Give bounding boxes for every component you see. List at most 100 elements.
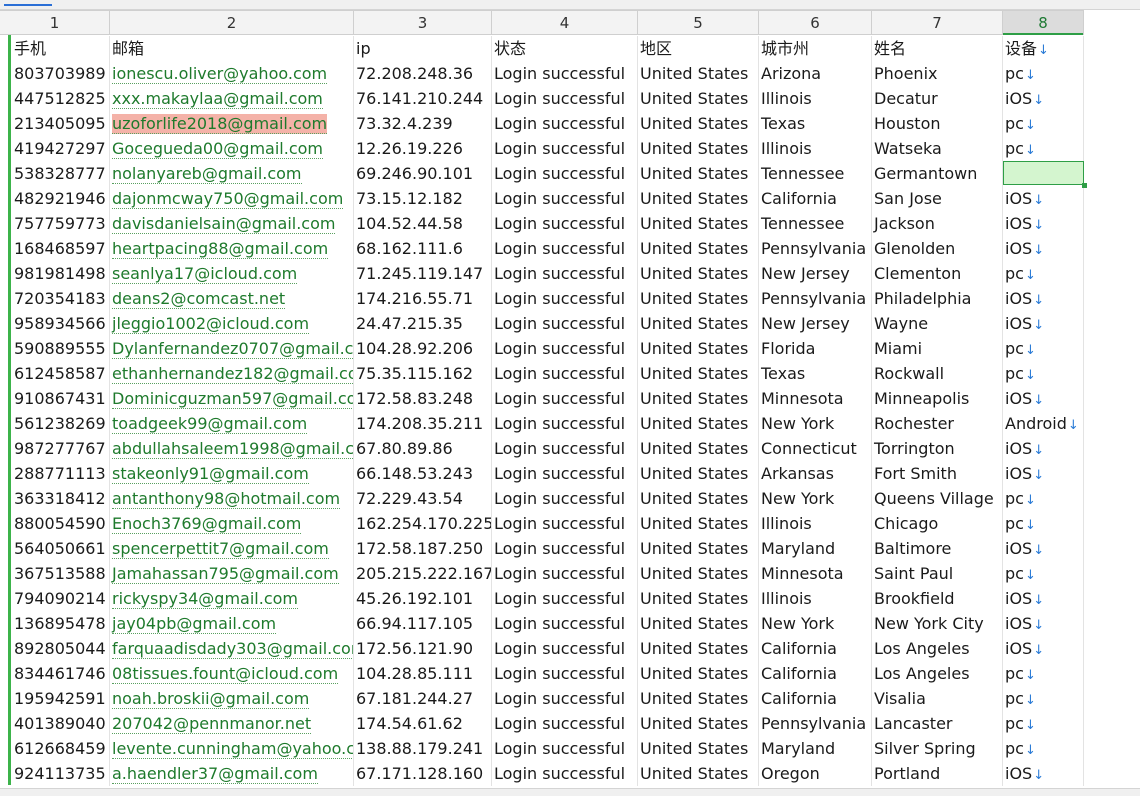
column-header-1[interactable]: 1 bbox=[0, 10, 110, 35]
email-cell[interactable]: uzoforlife2018@gmail.com bbox=[110, 111, 354, 136]
email-cell[interactable]: dajonmcway750@gmail.com bbox=[110, 186, 354, 211]
header-cell[interactable]: 邮箱 bbox=[110, 36, 354, 61]
table-cell[interactable]: Decatur bbox=[872, 86, 1003, 111]
table-cell[interactable]: 590889555 bbox=[12, 336, 110, 361]
column-header-6[interactable]: 6 bbox=[759, 10, 872, 35]
email-cell[interactable]: jay04pb@gmail.com bbox=[110, 611, 354, 636]
table-cell[interactable]: 174.216.55.71 bbox=[354, 286, 492, 311]
table-cell[interactable]: Phoenix bbox=[872, 61, 1003, 86]
table-cell[interactable]: 69.246.90.101 bbox=[354, 161, 492, 186]
table-cell[interactable]: 162.254.170.225 bbox=[354, 511, 492, 536]
table-cell[interactable]: California bbox=[759, 636, 872, 661]
table-cell[interactable]: Illinois bbox=[759, 586, 872, 611]
email-link[interactable]: Jamahassan795@gmail.com bbox=[112, 564, 339, 584]
table-cell[interactable]: Rochester bbox=[872, 411, 1003, 436]
email-cell[interactable]: a.haendler37@gmail.com bbox=[110, 761, 354, 786]
selected-cell[interactable] bbox=[1003, 161, 1087, 188]
email-link[interactable]: toadgeek99@gmail.com bbox=[112, 414, 308, 434]
table-cell[interactable]: 803703989 bbox=[12, 61, 110, 86]
header-cell[interactable]: ip bbox=[354, 36, 492, 61]
email-cell[interactable]: stakeonly91@gmail.com bbox=[110, 461, 354, 486]
device-cell[interactable]: pc↓ bbox=[1003, 686, 1084, 711]
table-cell[interactable]: United States bbox=[638, 486, 759, 511]
table-cell[interactable]: New York City bbox=[872, 611, 1003, 636]
header-cell[interactable]: 手机 bbox=[12, 36, 110, 61]
email-cell[interactable]: heartpacing88@gmail.com bbox=[110, 236, 354, 261]
table-cell[interactable]: Clementon bbox=[872, 261, 1003, 286]
table-cell[interactable]: Login successful bbox=[492, 636, 638, 661]
table-cell[interactable]: United States bbox=[638, 111, 759, 136]
device-cell[interactable]: iOS↓ bbox=[1003, 536, 1084, 561]
table-cell[interactable]: Pennsylvania bbox=[759, 286, 872, 311]
device-cell[interactable]: iOS↓ bbox=[1003, 311, 1084, 336]
table-cell[interactable]: California bbox=[759, 686, 872, 711]
table-cell[interactable]: Connecticut bbox=[759, 436, 872, 461]
email-link[interactable]: xxx.makaylaa@gmail.com bbox=[112, 89, 323, 109]
device-cell[interactable]: pc↓ bbox=[1003, 561, 1084, 586]
column-header-3[interactable]: 3 bbox=[354, 10, 492, 35]
table-cell[interactable]: Torrington bbox=[872, 436, 1003, 461]
table-cell[interactable]: United States bbox=[638, 286, 759, 311]
device-cell[interactable]: iOS↓ bbox=[1003, 386, 1084, 411]
table-cell[interactable]: 924113735 bbox=[12, 761, 110, 786]
device-cell[interactable]: pc↓ bbox=[1003, 261, 1084, 286]
email-link[interactable]: deans2@comcast.net bbox=[112, 289, 286, 309]
device-cell[interactable]: pc↓ bbox=[1003, 486, 1084, 511]
email-link[interactable]: rickyspy34@gmail.com bbox=[112, 589, 298, 609]
table-cell[interactable]: United States bbox=[638, 436, 759, 461]
email-link[interactable]: a.haendler37@gmail.com bbox=[112, 764, 318, 784]
table-cell[interactable]: 12.26.19.226 bbox=[354, 136, 492, 161]
email-link[interactable]: nolanyareb@gmail.com bbox=[112, 164, 302, 184]
table-cell[interactable]: Login successful bbox=[492, 661, 638, 686]
table-cell[interactable]: United States bbox=[638, 536, 759, 561]
email-link[interactable]: ionescu.oliver@yahoo.com bbox=[112, 64, 328, 84]
table-cell[interactable]: United States bbox=[638, 386, 759, 411]
email-link[interactable]: seanlya17@icloud.com bbox=[112, 264, 298, 284]
email-cell[interactable]: farquaadisdady303@gmail.com bbox=[110, 636, 354, 661]
table-cell[interactable]: 288771113 bbox=[12, 461, 110, 486]
device-cell[interactable]: iOS↓ bbox=[1003, 636, 1084, 661]
column-header-8[interactable]: 8 bbox=[1003, 10, 1084, 35]
table-cell[interactable]: 958934566 bbox=[12, 311, 110, 336]
device-cell[interactable]: pc↓ bbox=[1003, 361, 1084, 386]
table-cell[interactable]: Germantown bbox=[872, 161, 1003, 186]
table-cell[interactable]: New Jersey bbox=[759, 261, 872, 286]
table-cell[interactable]: United States bbox=[638, 86, 759, 111]
email-link[interactable]: ethanhernandez182@gmail.com bbox=[112, 364, 353, 384]
email-link[interactable]: davisdanielsain@gmail.com bbox=[112, 214, 336, 234]
table-cell[interactable]: 757759773 bbox=[12, 211, 110, 236]
table-cell[interactable]: Chicago bbox=[872, 511, 1003, 536]
table-cell[interactable]: 981981498 bbox=[12, 261, 110, 286]
table-cell[interactable]: Los Angeles bbox=[872, 636, 1003, 661]
table-cell[interactable]: 68.162.111.6 bbox=[354, 236, 492, 261]
header-cell-device[interactable]: 设备↓ bbox=[1003, 36, 1084, 61]
table-cell[interactable]: 71.245.119.147 bbox=[354, 261, 492, 286]
table-cell[interactable]: 73.15.12.182 bbox=[354, 186, 492, 211]
table-cell[interactable]: United States bbox=[638, 561, 759, 586]
table-cell[interactable]: 172.58.83.248 bbox=[354, 386, 492, 411]
table-cell[interactable]: 363318412 bbox=[12, 486, 110, 511]
email-cell[interactable]: jleggio1002@icloud.com bbox=[110, 311, 354, 336]
table-cell[interactable]: United States bbox=[638, 261, 759, 286]
email-link[interactable]: dajonmcway750@gmail.com bbox=[112, 189, 344, 209]
table-cell[interactable]: Pennsylvania bbox=[759, 711, 872, 736]
device-cell[interactable]: pc↓ bbox=[1003, 336, 1084, 361]
device-cell[interactable]: pc↓ bbox=[1003, 736, 1084, 761]
email-cell[interactable]: toadgeek99@gmail.com bbox=[110, 411, 354, 436]
device-cell[interactable]: iOS↓ bbox=[1003, 611, 1084, 636]
table-cell[interactable]: Portland bbox=[872, 761, 1003, 786]
table-cell[interactable]: Login successful bbox=[492, 311, 638, 336]
table-cell[interactable]: Login successful bbox=[492, 186, 638, 211]
table-cell[interactable]: Saint Paul bbox=[872, 561, 1003, 586]
table-cell[interactable]: Login successful bbox=[492, 486, 638, 511]
email-link[interactable]: spencerpettit7@gmail.com bbox=[112, 539, 329, 559]
email-link[interactable]: heartpacing88@gmail.com bbox=[112, 239, 329, 259]
table-cell[interactable]: Visalia bbox=[872, 686, 1003, 711]
table-cell[interactable]: Login successful bbox=[492, 261, 638, 286]
table-cell[interactable]: 987277767 bbox=[12, 436, 110, 461]
table-cell[interactable]: Pennsylvania bbox=[759, 236, 872, 261]
table-cell[interactable]: 447512825 bbox=[12, 86, 110, 111]
device-cell[interactable]: iOS↓ bbox=[1003, 236, 1084, 261]
device-cell[interactable]: pc↓ bbox=[1003, 136, 1084, 161]
table-cell[interactable]: 834461746 bbox=[12, 661, 110, 686]
